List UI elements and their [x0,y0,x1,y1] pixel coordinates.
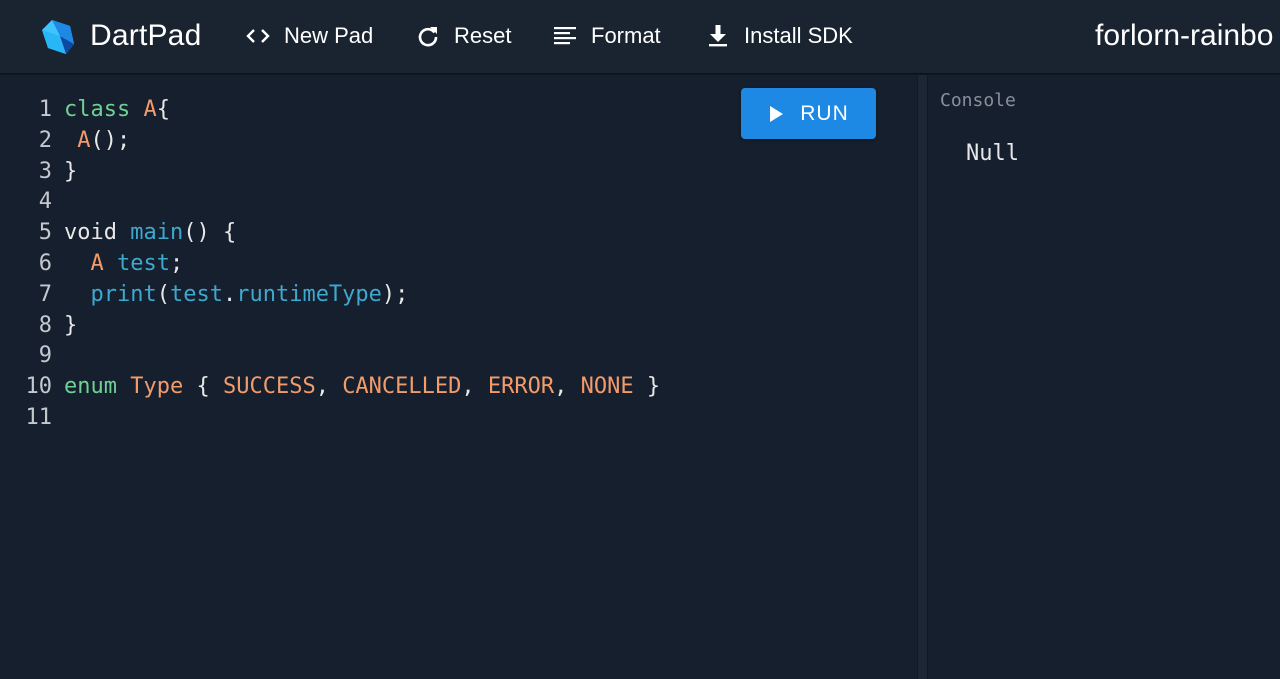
console-panel: Console Null [928,75,1280,679]
code-token: A [90,250,104,276]
code-token: void [64,220,131,246]
code-token: , [461,374,488,400]
line-number: 10 [25,374,53,400]
line-number: 9 [38,343,52,369]
code-line[interactable]: 6 A test; [0,249,660,280]
code-line[interactable]: 4 [0,187,660,218]
code-token: SUCCESS [222,374,316,400]
code-token: test [117,250,170,276]
code-token: CANCELLED [342,374,462,400]
reset-button[interactable]: Reset [414,18,511,54]
line-code: } [53,311,77,342]
run-label: RUN [800,101,849,125]
code-token: class [64,97,131,122]
line-number: 8 [38,312,52,338]
code-line[interactable]: 9 [0,341,660,372]
new-pad-button[interactable]: New Pad [244,18,373,54]
align-left-icon [551,22,579,50]
reset-label: Reset [454,23,512,48]
code-token: { [156,97,170,122]
code-token: ); [381,281,409,307]
line-number: 7 [38,281,52,307]
line-number: 6 [38,250,52,276]
line-code: print(test.runtimeType); [53,280,409,311]
code-token: main [130,220,184,246]
code-lines[interactable]: 1 class A{2 A(); 3} 4 5 void main() {6 A test… [0,95,661,434]
code-token: enum [64,374,117,400]
line-number: 1 [38,97,52,122]
code-token: runtimeType [236,281,382,307]
code-editor[interactable]: 1 class A{2 A(); 3} 4 5 void main() {6 A test… [0,75,917,679]
format-label: Format [591,23,661,48]
code-token: { [183,374,223,400]
code-token: } [64,312,78,338]
code-token: , [554,374,581,400]
new-pad-label: New Pad [284,23,374,48]
panel-splitter[interactable] [917,75,928,679]
refresh-icon [414,22,442,50]
run-button[interactable]: RUN [741,88,876,139]
code-token: (); [90,127,131,153]
app-toolbar: DartPad New Pad Reset Format Install SDK… [0,0,1280,74]
code-token: print [90,281,157,307]
download-icon [704,22,732,50]
code-line[interactable]: 10 enum Type { SUCCESS, CANCELLED, ERROR,… [0,372,661,403]
code-line[interactable]: 11 [0,403,660,434]
play-icon [768,105,784,123]
code-token: , [315,374,343,400]
code-line[interactable]: 3} [0,157,660,188]
line-code: class A{ [53,95,170,126]
code-token: . [222,281,237,307]
line-number: 2 [38,127,52,153]
code-line[interactable]: 2 A(); [0,126,660,157]
line-code: } [53,157,77,188]
line-number: 11 [25,404,53,430]
code-line[interactable]: 8} [0,311,660,342]
install-sdk-button[interactable]: Install SDK [704,18,853,54]
line-code: A test; [53,249,184,280]
code-token: ( [156,281,170,307]
pad-name[interactable]: forlorn-rainbo [1095,14,1273,58]
code-token: ERROR [487,374,555,400]
line-code: void main() { [53,218,236,249]
line-code: A(); [53,126,130,157]
code-line[interactable]: 1 class A{ [0,95,660,126]
code-line[interactable]: 5 void main() { [0,218,660,249]
code-token: Type [130,374,184,400]
dart-logo-icon[interactable] [36,16,78,58]
format-button[interactable]: Format [551,18,661,54]
console-output: Null [966,141,1019,166]
code-token: NONE [580,374,634,400]
line-code: enum Type { SUCCESS, CANCELLED, ERROR, N… [53,372,660,403]
code-token: A [143,97,157,122]
code-token: ; [169,250,184,276]
line-number: 4 [38,189,52,215]
code-token: () { [183,220,237,246]
brand-title[interactable]: DartPad [90,16,201,56]
console-title: Console [940,90,1016,111]
line-number: 5 [38,220,52,246]
line-number: 3 [38,158,52,184]
code-line[interactable]: 7 print(test.runtimeType); [0,280,660,311]
code-token: test [169,281,223,307]
install-sdk-label: Install SDK [744,23,853,48]
code-token: A [77,127,91,153]
code-token: } [633,374,661,400]
code-brackets-icon [244,22,272,50]
code-token: } [64,158,78,184]
